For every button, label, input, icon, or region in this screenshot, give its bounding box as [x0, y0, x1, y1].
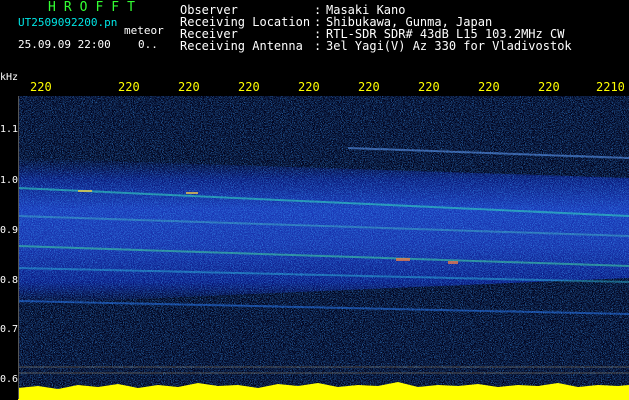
observation-info: Observer: Masaki Kano Receiving Location:… — [180, 4, 572, 52]
freq-label: 0.6 — [0, 374, 19, 385]
freq-label: 0.8 — [0, 275, 19, 286]
app-title: HROFFT — [48, 0, 143, 15]
time-tick: 2210 — [596, 80, 625, 94]
time-tick: 220 — [358, 80, 380, 94]
time-tick: 220 — [538, 80, 560, 94]
time-tick: 220 — [298, 80, 320, 94]
info-row-antenna: Receiving Antenna:3el Yagi(V) Az 330 for… — [180, 40, 572, 52]
file-name: UT2509092200.pn — [18, 16, 118, 29]
freq-label: 0.9 — [0, 225, 19, 236]
spectrogram-frame — [18, 96, 629, 399]
info-value: 3el Yagi(V) Az 330 for Vladivostok — [326, 39, 572, 53]
meteor-count: 0.. — [138, 38, 158, 51]
time-tick: 220 — [478, 80, 500, 94]
header-panel: HROFFT UT2509092200.pn meteor 25.09.09 2… — [0, 0, 629, 70]
freq-label: 1.1 — [0, 124, 19, 135]
time-tick: 220 — [418, 80, 440, 94]
info-sep: : — [314, 39, 322, 53]
info-label: Receiving Antenna — [180, 39, 303, 53]
meteor-label: meteor — [124, 24, 164, 37]
time-axis: 220 220 220 220 220 220 220 220 220 2210 — [0, 80, 629, 96]
time-tick: 220 — [30, 80, 52, 94]
freq-label: 1.0 — [0, 175, 19, 186]
time-tick: 220 — [118, 80, 140, 94]
freq-label: 0.7 — [0, 324, 19, 335]
time-tick: 220 — [238, 80, 260, 94]
time-tick: 220 — [178, 80, 200, 94]
date-time: 25.09.09 22:00 — [18, 38, 111, 51]
